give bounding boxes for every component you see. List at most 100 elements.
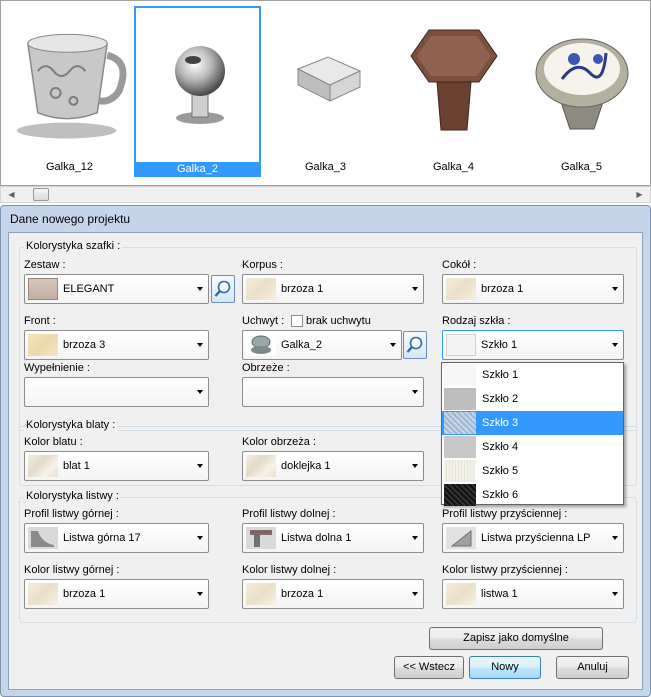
combo-value: Listwa dolna 1: [281, 532, 352, 544]
group-label: Kolorystyka szafki :: [24, 240, 123, 252]
new-button[interactable]: Nowy: [469, 656, 541, 679]
birch-swatch: [28, 583, 58, 605]
combo-value: brzoza 1: [63, 588, 106, 600]
obrzeze-label: Obrzeże :: [242, 362, 290, 374]
brak-uchwytu-checkbox[interactable]: [291, 315, 303, 327]
profil-przysciennej-combo[interactable]: Listwa przyścienna LP: [442, 523, 624, 553]
rodzaj-szkla-label: Rodzaj szkła :: [442, 315, 511, 327]
glass-swatch: [444, 388, 476, 410]
glass-swatch: [444, 460, 476, 482]
kolor-blatu-combo[interactable]: blat 1: [24, 451, 209, 481]
scroll-thumb[interactable]: [33, 188, 49, 201]
brak-uchwytu-label: brak uchwytu: [306, 315, 371, 327]
square-knob-image: [268, 12, 383, 150]
glass-swatch: [446, 334, 476, 356]
option-label: Szkło 3: [482, 417, 519, 429]
profil-dolnej-combo[interactable]: Listwa dolna 1: [242, 523, 424, 553]
obrzeze-combo[interactable]: [242, 377, 424, 407]
wypelnienie-combo[interactable]: [24, 377, 209, 407]
uchwyt-label: Uchwyt :: [242, 315, 285, 327]
chevron-down-icon: [197, 390, 203, 394]
combo-value: blat 1: [63, 460, 90, 472]
chevron-down-icon: [197, 287, 203, 291]
cancel-button[interactable]: Anuluj: [556, 656, 629, 679]
chevron-down-icon: [612, 287, 618, 291]
thumbnail-galka-5[interactable]: Galka_5: [518, 6, 645, 176]
marble-swatch: [246, 455, 276, 477]
combo-value: Listwa górna 17: [63, 532, 141, 544]
chevron-down-icon: [412, 464, 418, 468]
chevron-down-icon: [390, 343, 396, 347]
uchwyt-combo[interactable]: Galka_2: [242, 330, 402, 360]
glass-option[interactable]: Szkło 5: [442, 459, 623, 483]
option-label: Szkło 2: [482, 393, 519, 405]
scroll-left-icon[interactable]: ◀: [3, 187, 20, 202]
kolor-dolnej-combo[interactable]: brzoza 1: [242, 579, 424, 609]
knob-gallery: Galka_12 Galka_2 Galka_3 Galka_4 Galka_5: [0, 0, 651, 186]
kolor-przysciennej-label: Kolor listwy przyściennej :: [442, 564, 568, 576]
chevron-down-icon: [612, 536, 618, 540]
glass-option[interactable]: Szkło 2: [442, 387, 623, 411]
profil-przysciennej-label: Profil listwy przyściennej :: [442, 508, 568, 520]
birch-swatch: [246, 583, 276, 605]
glass-option[interactable]: Szkło 3: [442, 411, 623, 435]
thumbnail-caption: Galka_5: [561, 161, 602, 173]
scroll-right-icon[interactable]: ▶: [631, 187, 648, 202]
magnifier-icon: [214, 280, 231, 297]
profil-dolnej-label: Profil listwy dolnej :: [242, 508, 336, 520]
zestaw-browse-button[interactable]: [211, 275, 235, 303]
bronze-hex-knob-image: [396, 12, 511, 150]
profile-swatch: [446, 527, 476, 549]
dialog-title: Dane nowego projektu: [10, 212, 131, 226]
kolor-gornej-combo[interactable]: brzoza 1: [24, 579, 209, 609]
thumbnail-galka-2[interactable]: Galka_2: [134, 6, 261, 177]
chevron-down-icon: [197, 536, 203, 540]
knob-swatch: [246, 334, 276, 356]
cup-knob-image: [12, 12, 127, 150]
back-button[interactable]: << Wstecz: [394, 656, 464, 679]
glass-option[interactable]: Szkło 4: [442, 435, 623, 459]
glass-swatch: [444, 412, 476, 434]
rodzaj-szkla-combo[interactable]: Szkło 1: [442, 330, 624, 360]
thumbnail-caption: Galka_12: [45, 161, 94, 173]
birch-swatch: [446, 278, 476, 300]
save-default-button[interactable]: Zapisz jako domyślne: [429, 627, 603, 650]
uchwyt-browse-button[interactable]: [403, 331, 427, 359]
thumbnail-galka-3[interactable]: Galka_3: [262, 6, 389, 176]
chevron-down-icon: [412, 536, 418, 540]
kolor-gornej-label: Kolor listwy górnej :: [24, 564, 120, 576]
chevron-down-icon: [197, 343, 203, 347]
cokol-combo[interactable]: brzoza 1: [442, 274, 624, 304]
kolor-obrzeza-combo[interactable]: doklejka 1: [242, 451, 424, 481]
porcelain-knob-image: [524, 12, 639, 150]
glass-swatch: [444, 484, 476, 506]
profil-gornej-label: Profil listwy górnej :: [24, 508, 119, 520]
chevron-down-icon: [612, 592, 618, 596]
glass-type-dropdown-list: Szkło 1 Szkło 2 Szkło 3 Szkło 4 Szkło 5 …: [441, 362, 624, 507]
zestaw-combo[interactable]: ELEGANT: [24, 274, 209, 304]
korpus-combo[interactable]: brzoza 1: [242, 274, 424, 304]
combo-value: Listwa przyścienna LP: [481, 532, 591, 544]
elegant-swatch: [28, 278, 58, 300]
cokol-label: Cokół :: [442, 259, 477, 271]
combo-value: Galka_2: [281, 339, 322, 351]
glass-swatch: [444, 436, 476, 458]
combo-value: brzoza 1: [481, 283, 524, 295]
thumbnail-galka-12[interactable]: Galka_12: [6, 6, 133, 176]
glass-option[interactable]: Szkło 6: [442, 483, 623, 507]
thumbnail-caption: Galka_2: [134, 162, 261, 177]
combo-value: doklejka 1: [281, 460, 331, 472]
profile-swatch: [246, 527, 276, 549]
thumbnail-caption: Galka_4: [433, 161, 474, 173]
profil-gornej-combo[interactable]: Listwa górna 17: [24, 523, 209, 553]
marble-swatch: [28, 455, 58, 477]
combo-value: brzoza 3: [63, 339, 106, 351]
thumbnail-galka-4[interactable]: Galka_4: [390, 6, 517, 176]
gallery-scrollbar[interactable]: ◀ ▶: [0, 186, 651, 203]
kolor-przysciennej-combo[interactable]: listwa 1: [442, 579, 624, 609]
option-label: Szkło 5: [482, 465, 519, 477]
glass-option[interactable]: Szkło 1: [442, 363, 623, 387]
option-label: Szkło 1: [482, 369, 519, 381]
front-combo[interactable]: brzoza 3: [24, 330, 209, 360]
combo-value: listwa 1: [481, 588, 518, 600]
